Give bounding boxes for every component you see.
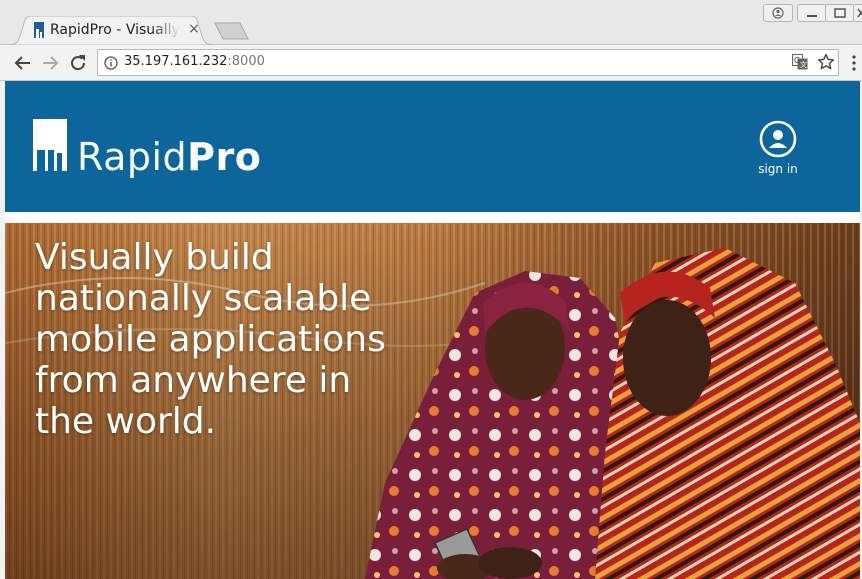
reload-icon[interactable] <box>67 52 89 74</box>
translate-icon[interactable]: G 文 <box>792 54 808 70</box>
address-bar[interactable]: 35.197.161.232:8000 G 文 <box>97 49 839 76</box>
rapidpro-logo-icon[interactable] <box>33 119 67 171</box>
logo-text-light: Rapid <box>77 135 188 179</box>
browser-tab[interactable]: RapidPro - Visually build nationally sca… <box>8 16 214 45</box>
arrow-left-icon[interactable] <box>12 52 34 74</box>
tab-title: RapidPro - Visually build nationally sca… <box>50 22 180 38</box>
arrow-right-icon[interactable] <box>39 52 61 74</box>
header-divider <box>5 212 860 223</box>
minimize-icon <box>807 15 817 17</box>
sign-in-label: sign in <box>758 162 798 176</box>
sign-in-button[interactable]: sign in <box>753 119 803 181</box>
user-circle-icon <box>759 120 797 158</box>
url-port: :8000 <box>227 54 265 69</box>
star-icon[interactable] <box>817 53 835 71</box>
tab-strip: RapidPro - Visually build nationally sca… <box>0 0 862 45</box>
logo-wordmark[interactable]: RapidPro <box>77 133 261 181</box>
site-header: RapidPro sign in <box>5 81 860 212</box>
page-viewport: RapidPro sign in Visually build national… <box>5 81 860 579</box>
rapidpro-favicon-icon <box>34 22 44 38</box>
logo-text-bold: Pro <box>187 135 262 179</box>
profile-button[interactable] <box>763 4 793 22</box>
hero-headline: Visually build nationally scalable mobil… <box>35 237 386 442</box>
maximize-icon <box>834 8 846 18</box>
info-icon[interactable] <box>104 55 118 70</box>
profile-icon <box>772 7 784 19</box>
close-icon <box>857 8 862 18</box>
close-window-button[interactable] <box>853 4 862 22</box>
url-host: 35.197.161.232 <box>124 54 228 69</box>
kebab-menu-icon[interactable] <box>848 55 860 71</box>
maximize-button[interactable] <box>825 4 855 22</box>
url-text: 35.197.161.232:8000 <box>124 54 265 69</box>
minimize-button[interactable] <box>797 4 827 22</box>
hero-section: Visually build nationally scalable mobil… <box>5 223 860 579</box>
tab-close-icon[interactable]: × <box>186 21 202 37</box>
svg-text:文: 文 <box>800 60 807 69</box>
new-tab-button[interactable] <box>214 22 250 40</box>
